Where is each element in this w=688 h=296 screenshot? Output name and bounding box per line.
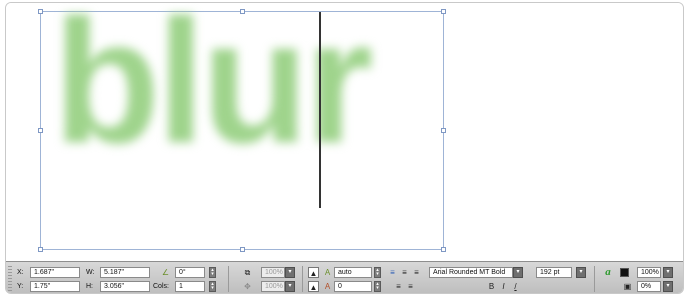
- y-label: Y:: [17, 283, 24, 290]
- blurred-text[interactable]: blur: [53, 3, 373, 170]
- leading-icon: A: [324, 268, 331, 277]
- handle-bottom-left[interactable]: [38, 247, 43, 252]
- text-insertion-cursor: [319, 12, 321, 208]
- y-field[interactable]: 1.75": [30, 281, 80, 292]
- w-field[interactable]: 5.187": [100, 267, 150, 278]
- font-size-dropdown[interactable]: ▾: [576, 267, 586, 278]
- leading-stepper[interactable]: ▴ ▾: [374, 267, 381, 278]
- angle-icon: ∠: [161, 268, 170, 277]
- text-style-icon[interactable]: B: [486, 281, 497, 292]
- handle-top-left[interactable]: [38, 9, 43, 14]
- fill-color-icon[interactable]: ▣: [622, 281, 633, 292]
- h-field[interactable]: 3.056": [100, 281, 150, 292]
- leading-up-button[interactable]: ▲: [308, 267, 319, 278]
- font-dropdown[interactable]: ▾: [513, 267, 523, 278]
- angle-stepper[interactable]: ▴ ▾: [209, 267, 216, 278]
- handle-top-center[interactable]: [240, 9, 245, 14]
- divider: [302, 266, 303, 292]
- handle-middle-left[interactable]: [38, 128, 43, 133]
- cols-label: Cols:: [153, 283, 169, 290]
- force-justify-icon[interactable]: ≡: [405, 281, 416, 292]
- kerning-icon: A: [324, 282, 331, 291]
- x-label: X:: [17, 269, 24, 276]
- font-size-field[interactable]: 192 pt: [536, 267, 572, 278]
- scale-field-top[interactable]: 100%: [261, 267, 285, 278]
- opacity-dropdown[interactable]: ▾: [663, 267, 673, 278]
- shade-dropdown[interactable]: ▾: [663, 281, 673, 292]
- color-swatch[interactable]: [620, 268, 629, 277]
- align-left-icon[interactable]: ≡: [387, 267, 398, 278]
- divider: [594, 266, 595, 292]
- divider: [228, 266, 229, 292]
- handle-middle-right[interactable]: [441, 128, 446, 133]
- align-right-icon[interactable]: ≡: [411, 267, 422, 278]
- handle-bottom-right[interactable]: [441, 247, 446, 252]
- character-color-icon[interactable]: a: [602, 267, 614, 279]
- scale-top-dropdown[interactable]: ▾: [285, 267, 295, 278]
- underline-icon[interactable]: /: [510, 281, 521, 292]
- angle-field[interactable]: 0°: [175, 267, 205, 278]
- h-label: H:: [86, 283, 93, 290]
- picture-scale-icon: ⧉: [244, 268, 251, 277]
- measurements-palette: X: 1.687" Y: 1.75" W: 5.187" H: 3.056" ∠…: [6, 261, 683, 293]
- kerning-field[interactable]: 0: [334, 281, 372, 292]
- w-label: W:: [86, 269, 95, 276]
- opacity-field[interactable]: 100%: [637, 267, 661, 278]
- shade-field[interactable]: 0%: [637, 281, 661, 292]
- cols-stepper[interactable]: ▴ ▾: [209, 281, 216, 292]
- scale-field-bottom[interactable]: 100%: [261, 281, 285, 292]
- scale-bottom-dropdown[interactable]: ▾: [285, 281, 295, 292]
- picture-offset-icon: ✥: [244, 282, 251, 291]
- cols-field[interactable]: 1: [175, 281, 205, 292]
- page-canvas[interactable]: blur: [6, 3, 683, 261]
- palette-grip[interactable]: [8, 266, 12, 292]
- document-window: blur X: 1.687" Y: 1.75" W: 5.187" H: 3.0…: [5, 2, 684, 294]
- x-field[interactable]: 1.687": [30, 267, 80, 278]
- kerning-up-button[interactable]: ▲: [308, 281, 319, 292]
- align-center-icon[interactable]: ≡: [399, 267, 410, 278]
- font-field[interactable]: Arial Rounded MT Bold: [429, 267, 513, 278]
- text-box-frame[interactable]: blur: [38, 3, 446, 252]
- italic-icon[interactable]: I: [498, 281, 509, 292]
- kerning-stepper[interactable]: ▴ ▾: [374, 281, 381, 292]
- leading-field[interactable]: auto: [334, 267, 372, 278]
- handle-top-right[interactable]: [441, 9, 446, 14]
- justify-icon[interactable]: ≡: [393, 281, 404, 292]
- handle-bottom-center[interactable]: [240, 247, 245, 252]
